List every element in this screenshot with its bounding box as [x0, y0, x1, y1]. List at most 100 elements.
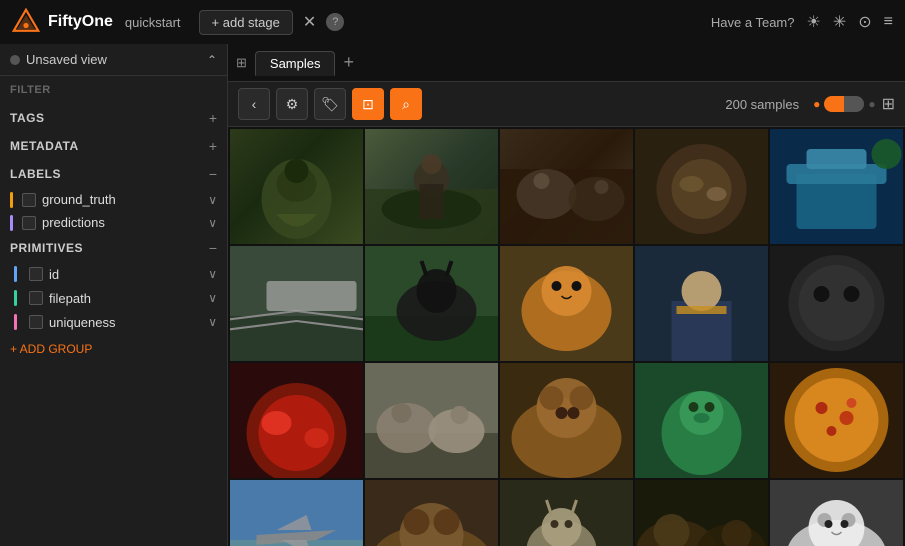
id-color-bar [14, 266, 17, 282]
close-icon[interactable]: ✕ [303, 12, 316, 32]
grid-cell-11[interactable] [230, 363, 363, 478]
back-button[interactable]: ‹ [238, 88, 270, 120]
filter-section: FILTER [0, 76, 227, 104]
labels-collapse-icon[interactable]: − [209, 166, 217, 182]
grid-cell-8[interactable] [500, 246, 633, 361]
uniqueness-chevron-icon[interactable]: ∨ [208, 315, 217, 329]
grid-cell-1[interactable] [230, 129, 363, 244]
search-icon: ⌕ [402, 96, 410, 113]
metadata-section-header[interactable]: METADATA + [0, 132, 227, 160]
grid-cell-15[interactable] [770, 363, 903, 478]
topbar: FiftyOne quickstart + add stage ✕ ? Have… [0, 0, 905, 44]
primitives-label: PRIMITIVES [10, 241, 83, 255]
predictions-label: predictions [42, 215, 202, 230]
label-item-predictions[interactable]: predictions ∨ [0, 211, 227, 234]
grid-cell-2[interactable] [365, 129, 498, 244]
add-stage-button[interactable]: + add stage [199, 10, 293, 35]
filepath-label: filepath [49, 291, 202, 306]
tags-add-icon[interactable]: + [209, 110, 217, 126]
id-checkbox[interactable] [29, 267, 43, 281]
settings-button[interactable]: ⚙ [276, 88, 308, 120]
have-team-label: Have a Team? [711, 15, 795, 30]
toggle-row[interactable]: ● ● [813, 96, 876, 112]
filepath-chevron-icon[interactable]: ∨ [208, 291, 217, 305]
grid-cell-3[interactable] [500, 129, 633, 244]
search-button[interactable]: ⌕ [390, 88, 422, 120]
uniqueness-checkbox[interactable] [29, 315, 43, 329]
id-label: id [49, 267, 202, 282]
grid-cell-20[interactable] [770, 480, 903, 546]
filepath-color-bar [14, 290, 17, 306]
grid-cell-6[interactable] [230, 246, 363, 361]
sun-icon[interactable]: ☀ [807, 12, 821, 32]
topbar-right: Have a Team? ☀ ✳ ⊙ ≡ [711, 12, 893, 32]
grid-cell-14[interactable] [635, 363, 768, 478]
tag-icon: 🏷 [321, 96, 339, 113]
patchwork-icon: ⊡ [362, 96, 374, 113]
quickstart-label: quickstart [125, 15, 181, 30]
image-grid [228, 127, 905, 546]
grid-cell-10[interactable] [770, 246, 903, 361]
uniqueness-color-bar [14, 314, 17, 330]
grid-dots-icon: ⊞ [236, 55, 247, 71]
tag-button[interactable]: 🏷 [314, 88, 346, 120]
sample-count: 200 samples [725, 97, 799, 112]
ground-truth-label: ground_truth [42, 192, 202, 207]
labels-section-header[interactable]: LABELS − [0, 160, 227, 188]
grid-cell-7[interactable] [365, 246, 498, 361]
primitives-collapse-icon[interactable]: − [209, 240, 217, 256]
metadata-add-icon[interactable]: + [209, 138, 217, 154]
tags-section-header[interactable]: TAGS + [0, 104, 227, 132]
labels-label: LABELS [10, 167, 61, 181]
metadata-label: METADATA [10, 139, 79, 153]
primitive-item-filepath[interactable]: filepath ∨ [0, 286, 227, 310]
grid-view-icon[interactable]: ⊞ [882, 94, 895, 114]
view-arrow-icon: ⌃ [207, 53, 217, 67]
grid-cell-13[interactable] [500, 363, 633, 478]
settings-icon: ⚙ [286, 96, 299, 113]
view-label: Unsaved view [26, 52, 201, 67]
github-icon[interactable]: ⊙ [858, 12, 871, 32]
add-tab-icon[interactable]: + [339, 52, 358, 73]
view-status-dot [10, 55, 20, 65]
primitive-item-id[interactable]: id ∨ [0, 262, 227, 286]
predictions-color-bar [10, 215, 13, 231]
samples-tab[interactable]: Samples [255, 51, 336, 76]
back-icon: ‹ [252, 96, 257, 112]
filepath-checkbox[interactable] [29, 291, 43, 305]
primitive-item-uniqueness[interactable]: uniqueness ∨ [0, 310, 227, 334]
label-item-ground-truth[interactable]: ground_truth ∨ [0, 188, 227, 211]
snowflake-icon[interactable]: ✳ [833, 12, 846, 32]
view-selector[interactable]: Unsaved view ⌃ [0, 44, 227, 76]
main-content: ⊞ Samples + ‹ ⚙ 🏷 ⊡ ⌕ 200 samples [228, 44, 905, 546]
add-group-button[interactable]: + ADD GROUP [0, 334, 227, 364]
view-toggle[interactable] [824, 96, 864, 112]
grid-cell-18[interactable] [500, 480, 633, 546]
sidebar: Unsaved view ⌃ FILTER TAGS + METADATA + … [0, 44, 228, 546]
grid-cell-16[interactable] [230, 480, 363, 546]
grid-cell-12[interactable] [365, 363, 498, 478]
id-chevron-icon[interactable]: ∨ [208, 267, 217, 281]
logo: FiftyOne [12, 8, 113, 36]
app-title: FiftyOne [48, 13, 113, 31]
grid-cell-9[interactable] [635, 246, 768, 361]
ground-truth-color-bar [10, 192, 13, 208]
predictions-checkbox[interactable] [22, 216, 36, 230]
grid-cell-17[interactable] [365, 480, 498, 546]
filter-title: FILTER [10, 84, 217, 96]
grid-cell-4[interactable] [635, 129, 768, 244]
grid-cell-5[interactable] [770, 129, 903, 244]
body-layout: Unsaved view ⌃ FILTER TAGS + METADATA + … [0, 44, 905, 546]
ground-truth-checkbox[interactable] [22, 193, 36, 207]
uniqueness-label: uniqueness [49, 315, 202, 330]
tabs-row: ⊞ Samples + [228, 44, 905, 82]
logo-icon [12, 8, 40, 36]
primitives-section-header[interactable]: PRIMITIVES − [0, 234, 227, 262]
predictions-chevron-icon[interactable]: ∨ [208, 216, 217, 230]
patchwork-button[interactable]: ⊡ [352, 88, 384, 120]
toolbar: ‹ ⚙ 🏷 ⊡ ⌕ 200 samples ● ● ⊞ [228, 82, 905, 127]
ground-truth-chevron-icon[interactable]: ∨ [208, 193, 217, 207]
grid-cell-19[interactable] [635, 480, 768, 546]
help-icon[interactable]: ? [326, 13, 344, 31]
menu-icon[interactable]: ≡ [884, 13, 893, 31]
